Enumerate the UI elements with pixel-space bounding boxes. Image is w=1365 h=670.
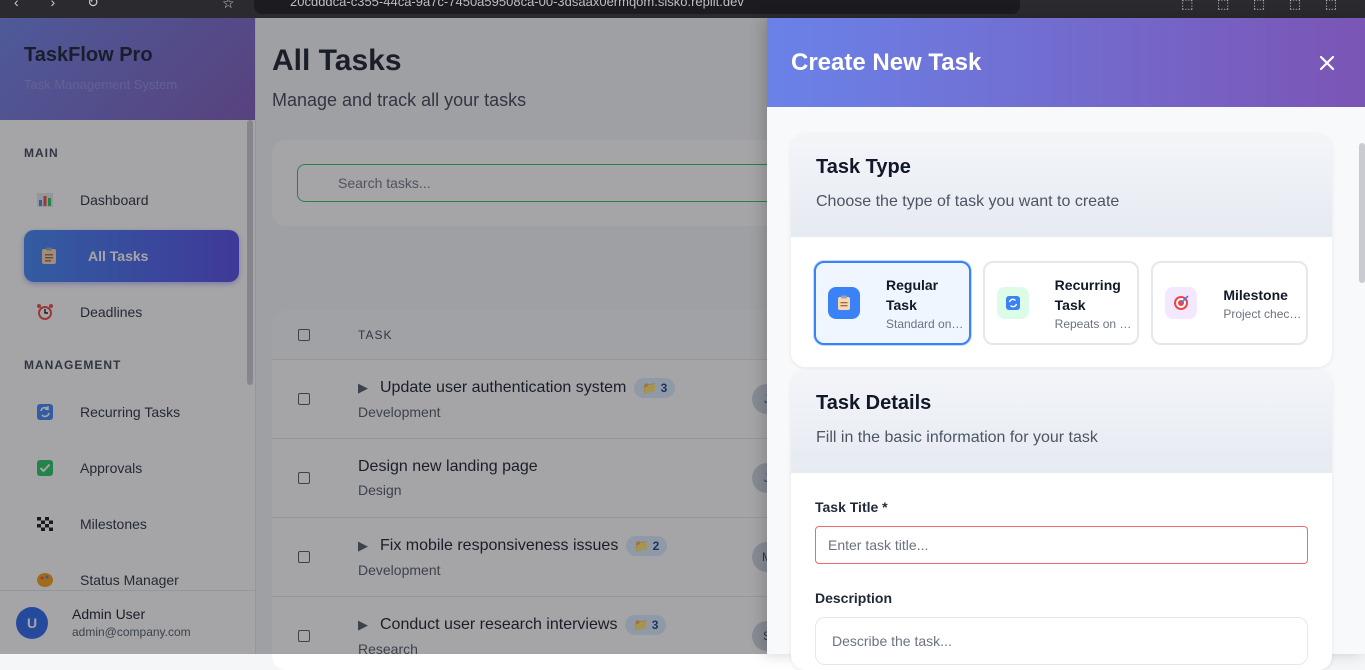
close-icon[interactable] — [1313, 49, 1341, 77]
task-type-desc: Project checkpoint — [1223, 307, 1303, 321]
drawer-header: Create New Task — [767, 18, 1365, 107]
description-textarea[interactable]: Describe the task... — [815, 617, 1308, 665]
bookmark-star-icon[interactable]: ☆ — [222, 0, 235, 12]
task-type-desc: Repeats on a schedule — [1054, 317, 1135, 331]
description-label: Description — [815, 590, 893, 606]
task-type-header: Task Type Choose the type of task you wa… — [791, 134, 1332, 237]
clipboard-icon — [828, 287, 860, 319]
task-type-name: Recurring Task — [1054, 277, 1121, 313]
task-type-name: Milestone — [1223, 287, 1288, 303]
task-type-milestone[interactable]: Milestone Project checkpoint — [1151, 261, 1309, 345]
task-details-heading: Task Details — [816, 392, 932, 414]
browser-nav-icons[interactable]: ‹ › ↻ — [14, 0, 113, 11]
task-type-options: Regular Task Standard one-time task Recu… — [791, 237, 1332, 367]
task-details-subheading: Fill in the basic information for your t… — [816, 429, 1098, 446]
task-details-form: Task Title * Enter task title... Descrip… — [791, 473, 1332, 670]
task-details-header: Task Details Fill in the basic informati… — [791, 370, 1332, 473]
task-type-name: Regular Task — [886, 277, 939, 313]
task-type-recurring[interactable]: Recurring Task Repeats on a schedule — [982, 261, 1140, 345]
target-icon — [1165, 287, 1198, 319]
address-bar[interactable]: 20cdddca-c355-44ca-9a7c-7450a59508ca-00-… — [254, 0, 1020, 14]
task-details-card: Task Details Fill in the basic informati… — [791, 370, 1332, 670]
drawer-scrollbar[interactable] — [1357, 107, 1365, 654]
app-root: TaskFlow Pro Task Management System MAIN… — [0, 18, 1365, 670]
task-type-card: Task Type Choose the type of task you wa… — [791, 134, 1332, 367]
drawer-title: Create New Task — [791, 48, 982, 76]
create-task-drawer: Create New Task Task Type Choose the typ… — [767, 18, 1365, 670]
browser-toolbar: ‹ › ↻ ☆ 20cdddca-c355-44ca-9a7c-7450a595… — [0, 0, 1365, 18]
task-title-label: Task Title * — [815, 499, 888, 515]
extension-icons[interactable]: ⬚ ⬚ ⬚ ⬚ ⬚ — [1181, 0, 1347, 12]
task-title-input[interactable]: Enter task title... — [815, 526, 1308, 564]
task-type-regular[interactable]: Regular Task Standard one-time task — [814, 261, 971, 345]
repeat-icon — [996, 287, 1029, 319]
task-type-subheading: Choose the type of task you want to crea… — [816, 193, 1120, 210]
task-type-desc: Standard one-time task — [886, 317, 966, 331]
task-type-heading: Task Type — [816, 156, 911, 178]
